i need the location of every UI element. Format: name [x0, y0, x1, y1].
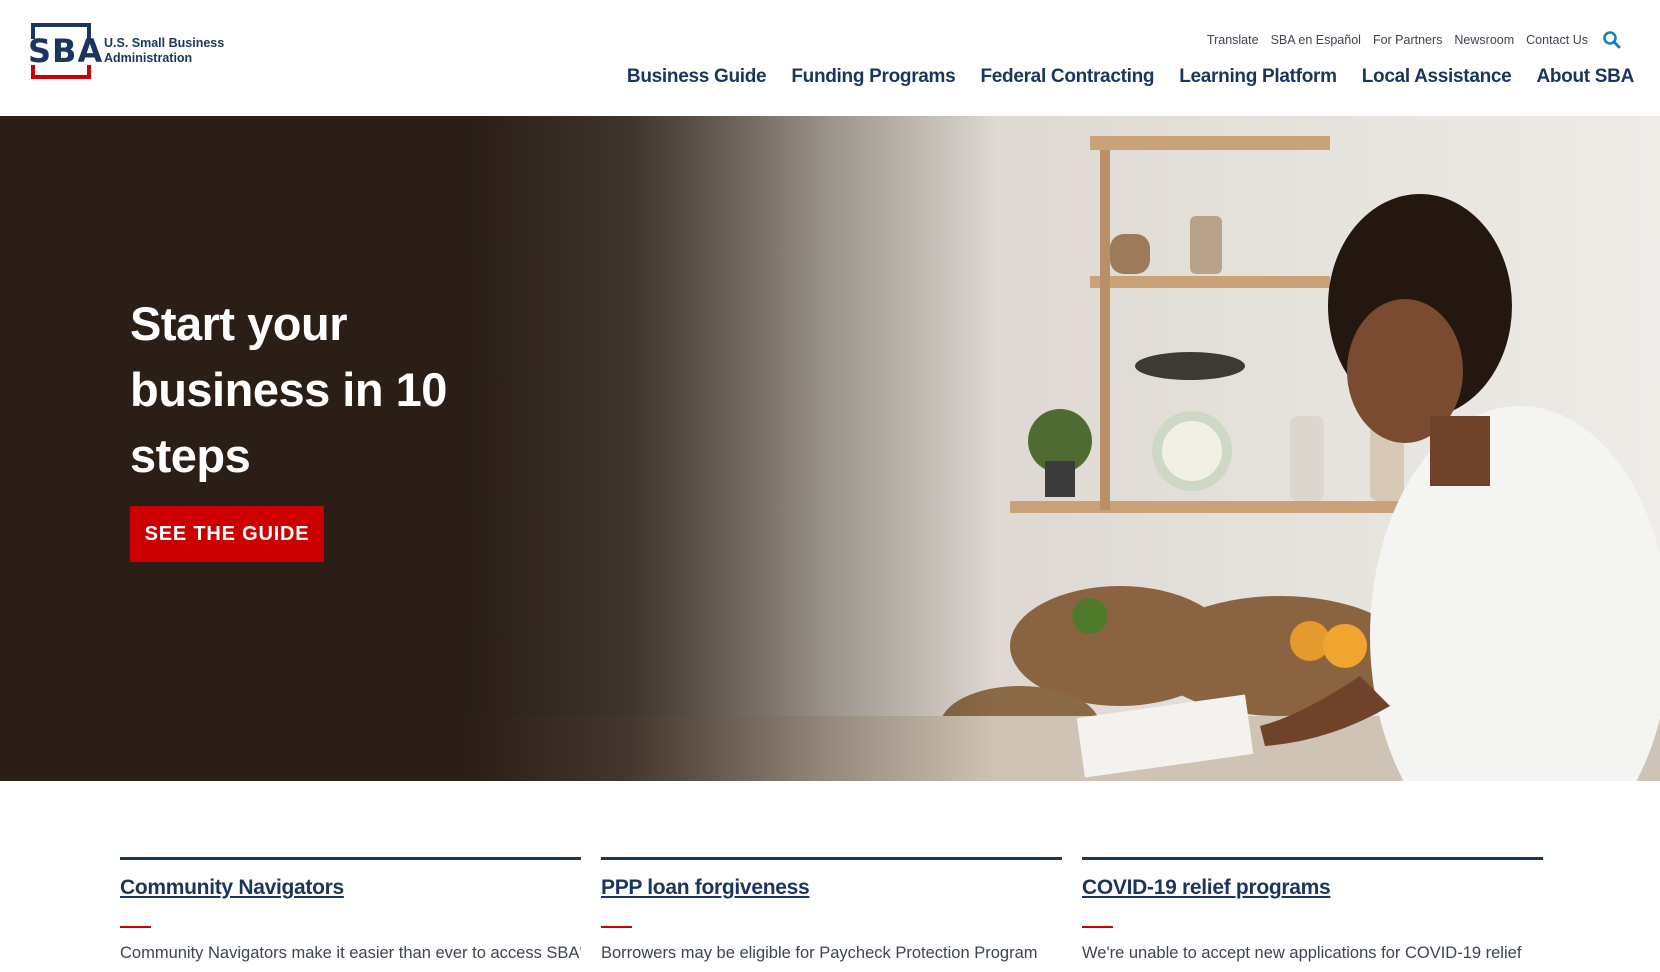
- utility-link-contact[interactable]: Contact Us: [1526, 33, 1588, 47]
- utility-link-partners[interactable]: For Partners: [1373, 33, 1442, 47]
- see-the-guide-button[interactable]: SEE THE GUIDE: [130, 506, 324, 562]
- nav-about-sba[interactable]: About SBA: [1536, 66, 1634, 88]
- feature-cards: Community Navigators Community Navigator…: [120, 857, 1544, 963]
- nav-business-guide[interactable]: Business Guide: [627, 66, 767, 88]
- agency-name: U.S. Small Business Administration: [104, 36, 224, 66]
- card-title[interactable]: Community Navigators: [120, 876, 344, 899]
- card-divider: [120, 926, 151, 928]
- utility-nav: Translate SBA en Español For Partners Ne…: [1207, 30, 1622, 50]
- logo-letters: SBA: [28, 32, 104, 70]
- sba-logo-icon: SBA: [28, 23, 104, 79]
- card-title[interactable]: COVID-19 relief programs: [1082, 876, 1331, 899]
- site-header: SBA U.S. Small Business Administration T…: [0, 0, 1660, 116]
- card-text: Borrowers may be eligible for Paycheck P…: [601, 944, 1038, 962]
- main-nav: Business Guide Funding Programs Federal …: [627, 66, 1634, 88]
- nav-federal-contracting[interactable]: Federal Contracting: [980, 66, 1154, 88]
- nav-funding-programs[interactable]: Funding Programs: [791, 66, 955, 88]
- card-community-navigators: Community Navigators Community Navigator…: [120, 857, 581, 963]
- hero-banner: Start your business in 10 steps SEE THE …: [0, 116, 1660, 781]
- card-text: Community Navigators make it easier than…: [120, 944, 581, 962]
- utility-link-newsroom[interactable]: Newsroom: [1454, 33, 1514, 47]
- utility-link-espanol[interactable]: SBA en Español: [1271, 33, 1361, 47]
- utility-link-translate[interactable]: Translate: [1207, 33, 1259, 47]
- card-divider: [1082, 926, 1113, 928]
- nav-local-assistance[interactable]: Local Assistance: [1362, 66, 1512, 88]
- card-divider: [601, 926, 632, 928]
- hero-title: Start your business in 10 steps: [130, 297, 447, 482]
- card-text: We're unable to accept new applications …: [1082, 944, 1522, 962]
- card-covid-relief-programs: COVID-19 relief programs We're unable to…: [1082, 857, 1543, 963]
- sba-logo-link[interactable]: SBA U.S. Small Business Administration: [28, 23, 224, 79]
- nav-learning-platform[interactable]: Learning Platform: [1179, 66, 1337, 88]
- card-ppp-loan-forgiveness: PPP loan forgiveness Borrowers may be el…: [601, 857, 1062, 963]
- search-icon[interactable]: [1602, 30, 1622, 50]
- agency-name-line1: U.S. Small Business: [104, 36, 225, 50]
- agency-name-line2: Administration: [104, 51, 193, 65]
- card-title[interactable]: PPP loan forgiveness: [601, 876, 810, 899]
